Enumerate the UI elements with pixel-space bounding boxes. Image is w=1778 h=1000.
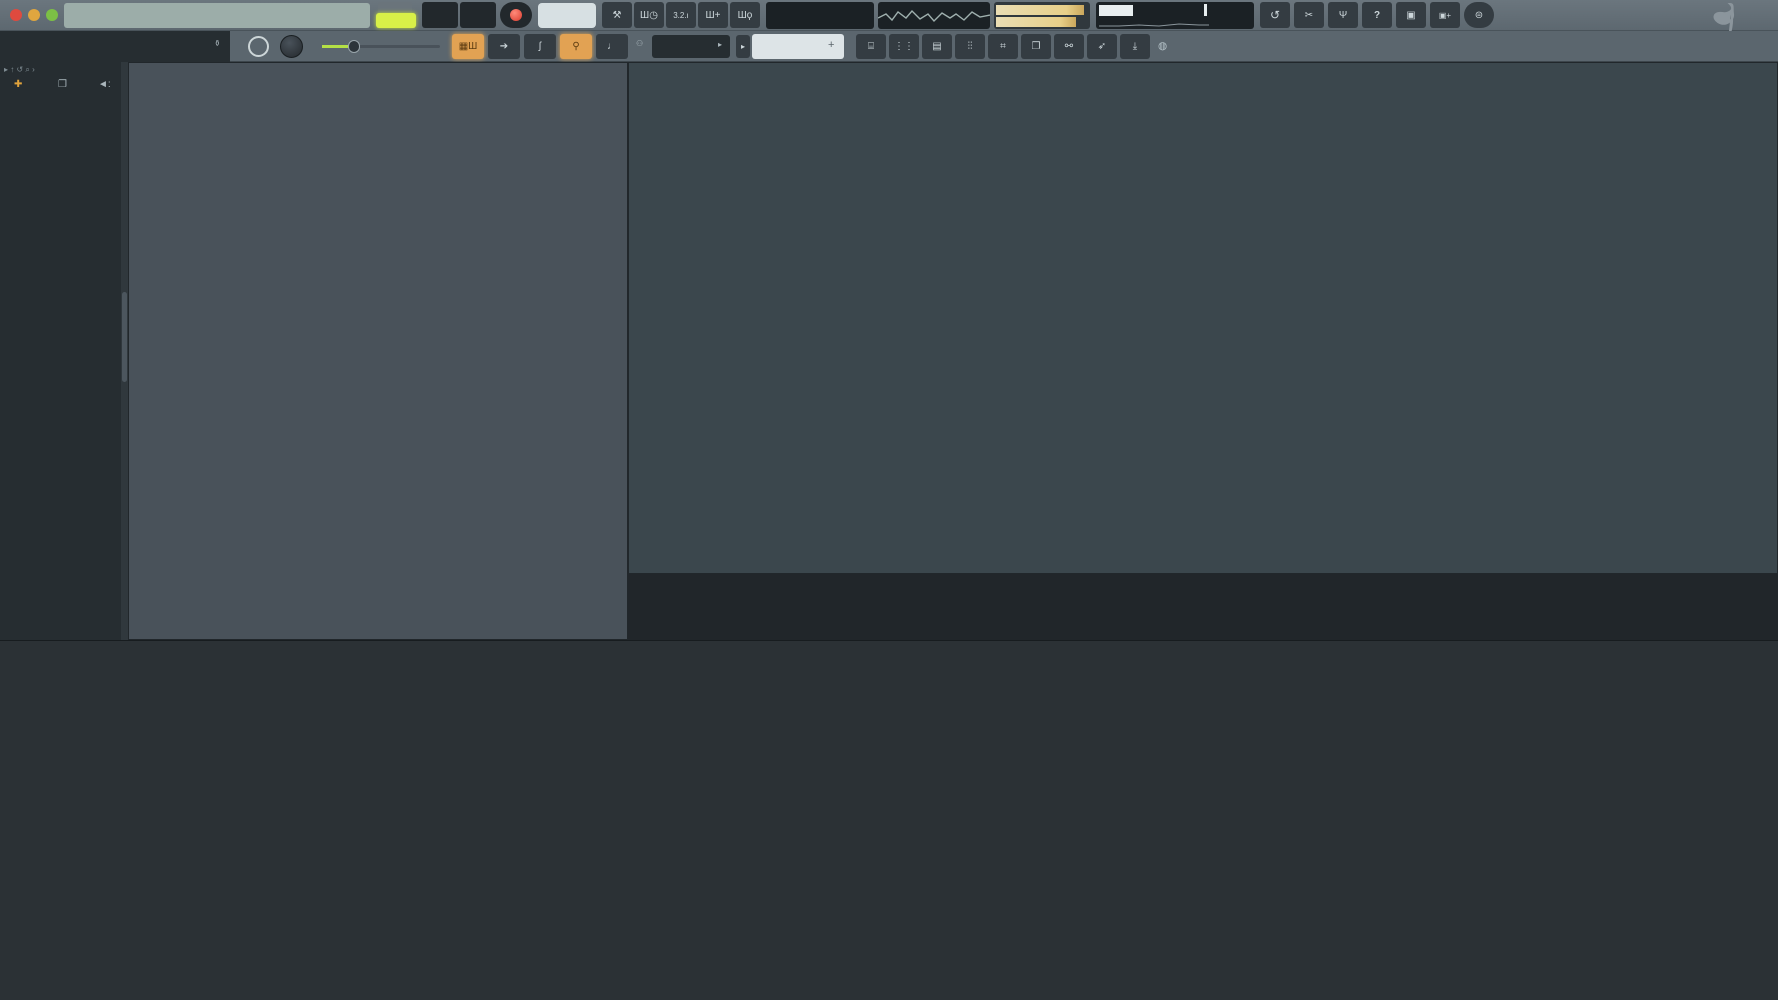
picture-in-picture-button[interactable]: ⌸ — [856, 34, 886, 59]
mixer-route-button[interactable]: ⫶⫶ — [955, 34, 985, 59]
song-mode-button[interactable] — [376, 13, 416, 28]
record-button[interactable] — [500, 2, 532, 28]
record-icon — [510, 9, 522, 21]
menu-bar — [64, 3, 370, 28]
pattern-add-button[interactable]: + — [828, 39, 834, 51]
pattern-prev-button[interactable]: ▸ — [736, 35, 750, 58]
undo-button[interactable]: ↺ — [1260, 2, 1290, 28]
traffic-light-zoom[interactable] — [46, 9, 58, 21]
oscilloscope[interactable] — [878, 2, 990, 29]
save-button[interactable]: ▣ — [1396, 2, 1426, 28]
browser-tabs: ✚ ❐ ◄: — [0, 79, 128, 95]
browser-list — [0, 100, 120, 640]
wait-for-input-button[interactable]: Ш◷ — [634, 2, 664, 28]
secondary-toolbar: ⚱ ▦Ш ➔ ʃ ⚲ ♩ ⚇ ▸ ▸ + ⌸ ⋮⋮ ▤ ⫶⫶ ⌗ ❐ ⚯ ➶ ⤓… — [0, 31, 1778, 62]
follow-playback-button[interactable]: ➔ — [488, 34, 520, 59]
playlist-window — [628, 62, 1778, 574]
tap-tempo-button[interactable]: ⚒ — [602, 2, 632, 28]
browser-up-icon[interactable]: ↑ — [10, 65, 14, 74]
pause-button[interactable] — [422, 2, 458, 28]
online-link[interactable]: ◍ — [1158, 35, 1167, 58]
import-button[interactable]: ⤓ — [1120, 34, 1150, 59]
globe-icon: ◍ — [1158, 40, 1167, 52]
snap-arrow-icon: ▸ — [718, 40, 722, 49]
master-volume-slider[interactable] — [322, 45, 440, 48]
browser-search-icon[interactable]: ⌕ — [25, 65, 29, 74]
mixer-window — [0, 640, 1778, 1000]
chat-button[interactable]: ⊜ — [1464, 2, 1494, 28]
touch-button[interactable]: ➶ — [1087, 34, 1117, 59]
overdub-button[interactable]: Шϙ — [730, 2, 760, 28]
test-tube-icon: ⚱ — [214, 39, 221, 48]
browser-undo-icon[interactable]: ↺ — [16, 65, 23, 74]
main-volume-meter[interactable] — [994, 2, 1090, 29]
plugin-picker-button[interactable]: ⚯ — [1054, 34, 1084, 59]
metronome-button[interactable]: ♩ — [596, 34, 628, 59]
tempo-display[interactable] — [538, 3, 596, 28]
glide-button[interactable]: ʃ — [524, 34, 556, 59]
blob-mic-icon: ⚇ — [636, 39, 643, 48]
browser-tab-presets[interactable]: ◄: — [98, 79, 111, 90]
cut-tool-button[interactable]: ✂ — [1294, 2, 1324, 28]
stop-button[interactable] — [460, 2, 496, 28]
cpu-graph — [1099, 5, 1133, 16]
browser-title-arrow[interactable]: › — [32, 65, 35, 74]
main-pitch-knob[interactable] — [280, 35, 303, 58]
clone-button[interactable]: ❐ — [1021, 34, 1051, 59]
meter-bar-left — [996, 5, 1084, 15]
countdown-button[interactable]: 3.2.ı — [666, 2, 696, 28]
oscilloscope-wave — [878, 2, 990, 29]
markers-button[interactable]: ⌗ — [988, 34, 1018, 59]
meter-bar-right — [996, 17, 1076, 27]
browser-panel: ▸ ↑ ↺ ⌕ › ✚ ❐ ◄: — [0, 62, 128, 640]
cpu-bar-icon — [1204, 4, 1207, 16]
time-display[interactable] — [766, 2, 874, 29]
slider-thumb[interactable] — [348, 40, 360, 53]
main-volume-knob[interactable] — [248, 36, 269, 57]
save-as-button[interactable]: ▣+ — [1430, 2, 1460, 28]
link-button[interactable]: ⚲ — [560, 34, 592, 59]
smart-disable-button[interactable]: ⋮⋮ — [889, 34, 919, 59]
traffic-light-minimize[interactable] — [28, 9, 40, 21]
mic-record-button[interactable]: Ψ — [1328, 2, 1358, 28]
browser-scrollbar[interactable] — [121, 62, 128, 640]
browser-header: ▸ ↑ ↺ ⌕ › — [0, 62, 128, 78]
grid-color-button[interactable]: ▤ — [922, 34, 952, 59]
cpu-sparkline — [1099, 18, 1209, 28]
browser-collapse-icon[interactable]: ▸ — [4, 65, 8, 74]
help-button[interactable]: ? — [1362, 2, 1392, 28]
fl-studio-window: ⚒ Ш◷ 3.2.ı Ш+ Шϙ ↺ ✂ Ψ ? ▣ ▣+ ⊜ — [0, 0, 1778, 1000]
title-bar: ⚒ Ш◷ 3.2.ı Ш+ Шϙ ↺ ✂ Ψ ? ▣ ▣+ ⊜ — [0, 0, 1778, 31]
browser-tab-files[interactable]: ❐ — [58, 79, 67, 90]
browser-tab-plugins[interactable]: ✚ — [14, 79, 22, 90]
step-piano-toggle[interactable]: ▦Ш — [452, 34, 484, 59]
cpu-panel[interactable] — [1096, 2, 1254, 29]
project-name-field[interactable] — [0, 31, 230, 62]
loop-record-button[interactable]: Ш+ — [698, 2, 728, 28]
channel-rack-window — [128, 62, 628, 640]
traffic-light-close[interactable] — [10, 9, 22, 21]
